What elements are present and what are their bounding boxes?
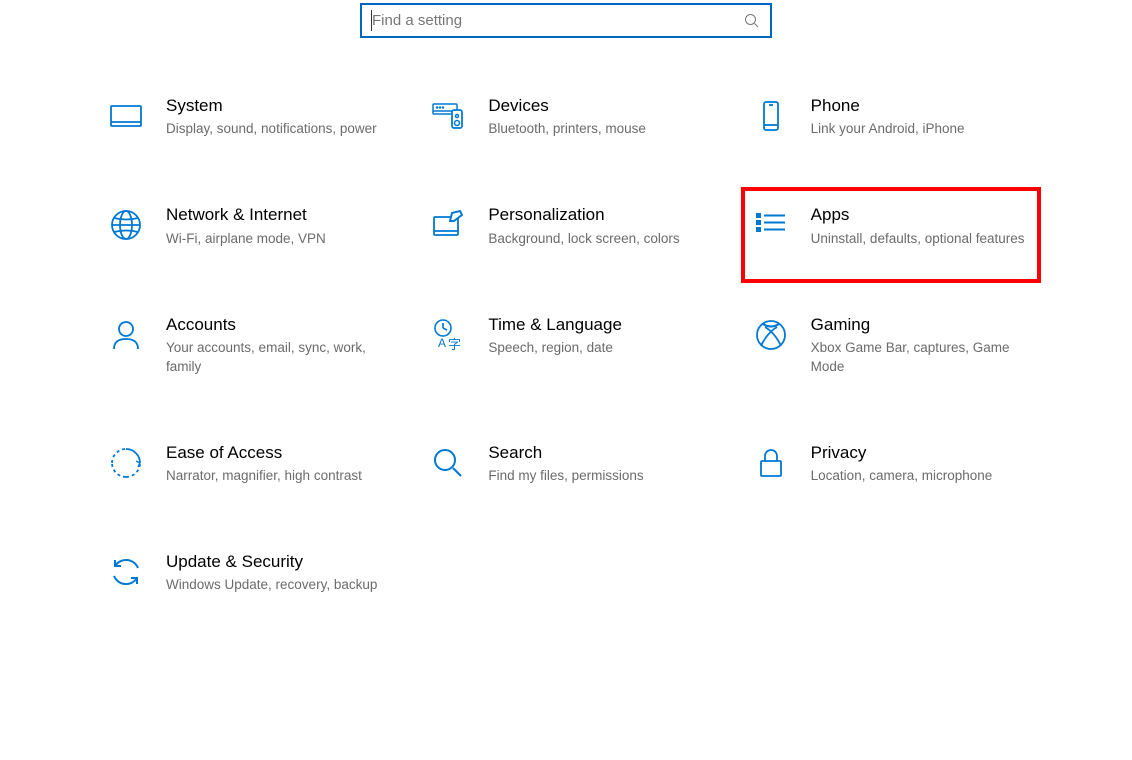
search-box[interactable]	[360, 3, 772, 38]
ease-of-access-icon	[108, 445, 144, 481]
update-icon	[108, 554, 144, 590]
tile-devices[interactable]: Devices Bluetooth, printers, mouse	[422, 88, 714, 147]
tile-privacy[interactable]: Privacy Location, camera, microphone	[745, 435, 1037, 494]
tile-title: Privacy	[811, 443, 1029, 463]
tile-text: Devices Bluetooth, printers, mouse	[488, 96, 706, 139]
tile-title: Gaming	[811, 315, 1029, 335]
tile-title: Search	[488, 443, 706, 463]
svg-text:字: 字	[448, 337, 461, 352]
search-tile-icon	[430, 445, 466, 481]
tile-network[interactable]: Network & Internet Wi-Fi, airplane mode,…	[100, 197, 392, 256]
tile-desc: Speech, region, date	[488, 339, 706, 358]
tile-ease-of-access[interactable]: Ease of Access Narrator, magnifier, high…	[100, 435, 392, 494]
tile-text: Ease of Access Narrator, magnifier, high…	[166, 443, 384, 486]
tile-title: Apps	[811, 205, 1029, 225]
tile-gaming[interactable]: Gaming Xbox Game Bar, captures, Game Mod…	[745, 307, 1037, 385]
tile-text: Time & Language Speech, region, date	[488, 315, 706, 358]
tile-title: Accounts	[166, 315, 384, 335]
tile-desc: Windows Update, recovery, backup	[166, 576, 384, 595]
tile-text: Privacy Location, camera, microphone	[811, 443, 1029, 486]
time-language-icon: A 字	[430, 317, 466, 353]
xbox-icon	[753, 317, 789, 353]
tile-desc: Display, sound, notifications, power	[166, 120, 384, 139]
tile-text: System Display, sound, notifications, po…	[166, 96, 384, 139]
phone-icon	[753, 98, 789, 134]
tile-title: Personalization	[488, 205, 706, 225]
tile-search[interactable]: Search Find my files, permissions	[422, 435, 714, 494]
tile-text: Personalization Background, lock screen,…	[488, 205, 706, 248]
text-cursor	[371, 10, 372, 31]
lock-icon	[753, 445, 789, 481]
tile-desc: Find my files, permissions	[488, 467, 706, 486]
tile-desc: Xbox Game Bar, captures, Game Mode	[811, 339, 1029, 377]
tile-title: Update & Security	[166, 552, 384, 572]
tile-time-language[interactable]: A 字 Time & Language Speech, region, date	[422, 307, 714, 385]
tile-title: Time & Language	[488, 315, 706, 335]
tile-phone[interactable]: Phone Link your Android, iPhone	[745, 88, 1037, 147]
tile-text: Network & Internet Wi-Fi, airplane mode,…	[166, 205, 384, 248]
tile-system[interactable]: System Display, sound, notifications, po…	[100, 88, 392, 147]
tile-title: Devices	[488, 96, 706, 116]
tile-desc: Link your Android, iPhone	[811, 120, 1029, 139]
tile-desc: Location, camera, microphone	[811, 467, 1029, 486]
tile-title: Network & Internet	[166, 205, 384, 225]
tile-desc: Uninstall, defaults, optional features	[811, 230, 1029, 249]
tile-title: Ease of Access	[166, 443, 384, 463]
tile-text: Phone Link your Android, iPhone	[811, 96, 1029, 139]
tile-desc: Bluetooth, printers, mouse	[488, 120, 706, 139]
personalization-icon	[430, 207, 466, 243]
apps-icon	[753, 207, 789, 243]
person-icon	[108, 317, 144, 353]
svg-text:A: A	[438, 336, 446, 350]
search-container	[0, 0, 1132, 88]
tile-text: Gaming Xbox Game Bar, captures, Game Mod…	[811, 315, 1029, 377]
tile-desc: Narrator, magnifier, high contrast	[166, 467, 384, 486]
search-input[interactable]	[372, 12, 744, 29]
tile-personalization[interactable]: Personalization Background, lock screen,…	[422, 197, 714, 256]
search-icon	[744, 13, 760, 29]
system-icon	[108, 98, 144, 134]
devices-icon	[430, 98, 466, 134]
globe-icon	[108, 207, 144, 243]
tile-text: Apps Uninstall, defaults, optional featu…	[811, 205, 1029, 248]
tile-text: Search Find my files, permissions	[488, 443, 706, 486]
tile-apps[interactable]: Apps Uninstall, defaults, optional featu…	[741, 187, 1041, 282]
tile-title: System	[166, 96, 384, 116]
tile-desc: Wi-Fi, airplane mode, VPN	[166, 230, 384, 249]
tile-accounts[interactable]: Accounts Your accounts, email, sync, wor…	[100, 307, 392, 385]
tile-text: Update & Security Windows Update, recove…	[166, 552, 384, 595]
settings-grid: System Display, sound, notifications, po…	[0, 88, 1132, 603]
tile-title: Phone	[811, 96, 1029, 116]
tile-desc: Background, lock screen, colors	[488, 230, 706, 249]
tile-desc: Your accounts, email, sync, work, family	[166, 339, 384, 377]
tile-update-security[interactable]: Update & Security Windows Update, recove…	[100, 544, 392, 603]
tile-text: Accounts Your accounts, email, sync, wor…	[166, 315, 384, 377]
